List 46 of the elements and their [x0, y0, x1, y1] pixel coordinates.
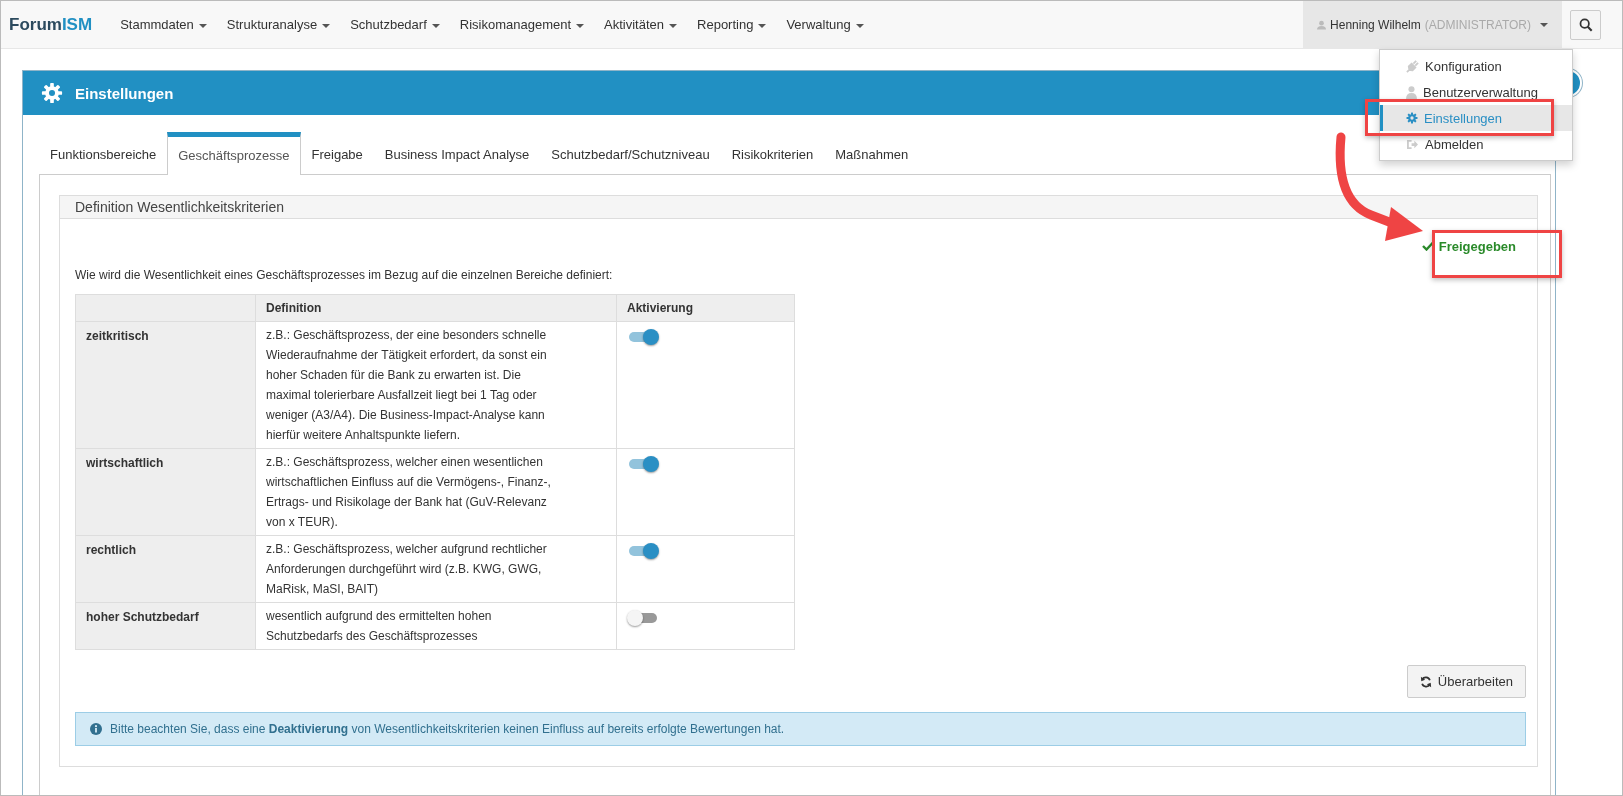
- criterion-name: zeitkritisch: [75, 321, 256, 449]
- revise-button[interactable]: Überarbeiten: [1406, 665, 1526, 698]
- nav-menu[interactable]: Aktivitäten: [594, 17, 688, 32]
- toggle-switch[interactable]: [629, 613, 657, 623]
- panel-title: Einstellungen: [75, 84, 174, 102]
- user-menu-toggle[interactable]: Henning Wilhelm (ADMINISTRATOR): [1303, 1, 1562, 48]
- column-header: Aktivierung: [616, 294, 795, 322]
- column-header: Definition: [255, 294, 617, 322]
- intro-text: Wie wird die Wesentlichkeit eines Geschäftsprozesses im Bezug auf die einzelnen Bereiche definiert:: [75, 268, 614, 282]
- nav-menu[interactable]: Verwaltung: [776, 17, 874, 32]
- dropdown-item[interactable]: Konfiguration: [1380, 53, 1572, 79]
- section-title: Definition Wesentlichkeitskriterien: [60, 196, 1537, 219]
- check-icon: [1421, 241, 1434, 251]
- tab[interactable]: Geschäftsprozesse: [167, 132, 301, 175]
- criterion-name: wirtschaftlich: [75, 448, 256, 536]
- tab[interactable]: Freigabe: [300, 132, 374, 174]
- gear-icon: [41, 82, 63, 104]
- tab[interactable]: Funktionsbereiche: [39, 132, 168, 174]
- info-icon: [90, 723, 102, 735]
- status-label: Freigegeben: [1421, 234, 1516, 258]
- dropdown-item[interactable]: Benutzerverwaltung: [1380, 79, 1572, 105]
- logout-icon: [1406, 138, 1419, 150]
- gear-icon: [1406, 112, 1418, 124]
- search-button[interactable]: [1570, 9, 1601, 40]
- toggle-switch[interactable]: [629, 546, 657, 556]
- nav-menu[interactable]: Reporting: [687, 17, 777, 32]
- toggle-switch[interactable]: [629, 459, 657, 469]
- tab[interactable]: Maßnahmen: [824, 132, 920, 174]
- search-icon: [1578, 17, 1593, 32]
- brand-logo[interactable]: ForumISM: [1, 14, 111, 35]
- tab[interactable]: Schutzbedarf/Schutzniveau: [540, 132, 721, 174]
- toggle-switch[interactable]: [629, 332, 657, 342]
- user-icon: [1406, 85, 1417, 99]
- user-icon: [1317, 19, 1327, 30]
- tab[interactable]: Risikokriterien: [720, 132, 825, 174]
- tab[interactable]: Business Impact Analyse: [373, 132, 541, 174]
- plug-icon: [1406, 59, 1419, 73]
- refresh-icon: [1419, 675, 1432, 688]
- nav-menu[interactable]: Strukturanalyse: [216, 17, 341, 32]
- dropdown-item[interactable]: Abmelden: [1380, 131, 1572, 157]
- nav-menu[interactable]: Risikomanagement: [449, 17, 595, 32]
- nav-menu[interactable]: Schutzbedarf: [340, 17, 450, 32]
- info-text: Bitte beachten Sie, dass eine Deaktivierung von Wesentlichkeitskriterien keinen Einfluss auf bereits erfolgte Bewertungen hat.: [110, 722, 785, 736]
- criterion-name: hoher Schutzbedarf: [75, 602, 256, 650]
- criterion-name: rechtlich: [75, 535, 256, 603]
- nav-menu[interactable]: Stammdaten: [110, 17, 217, 32]
